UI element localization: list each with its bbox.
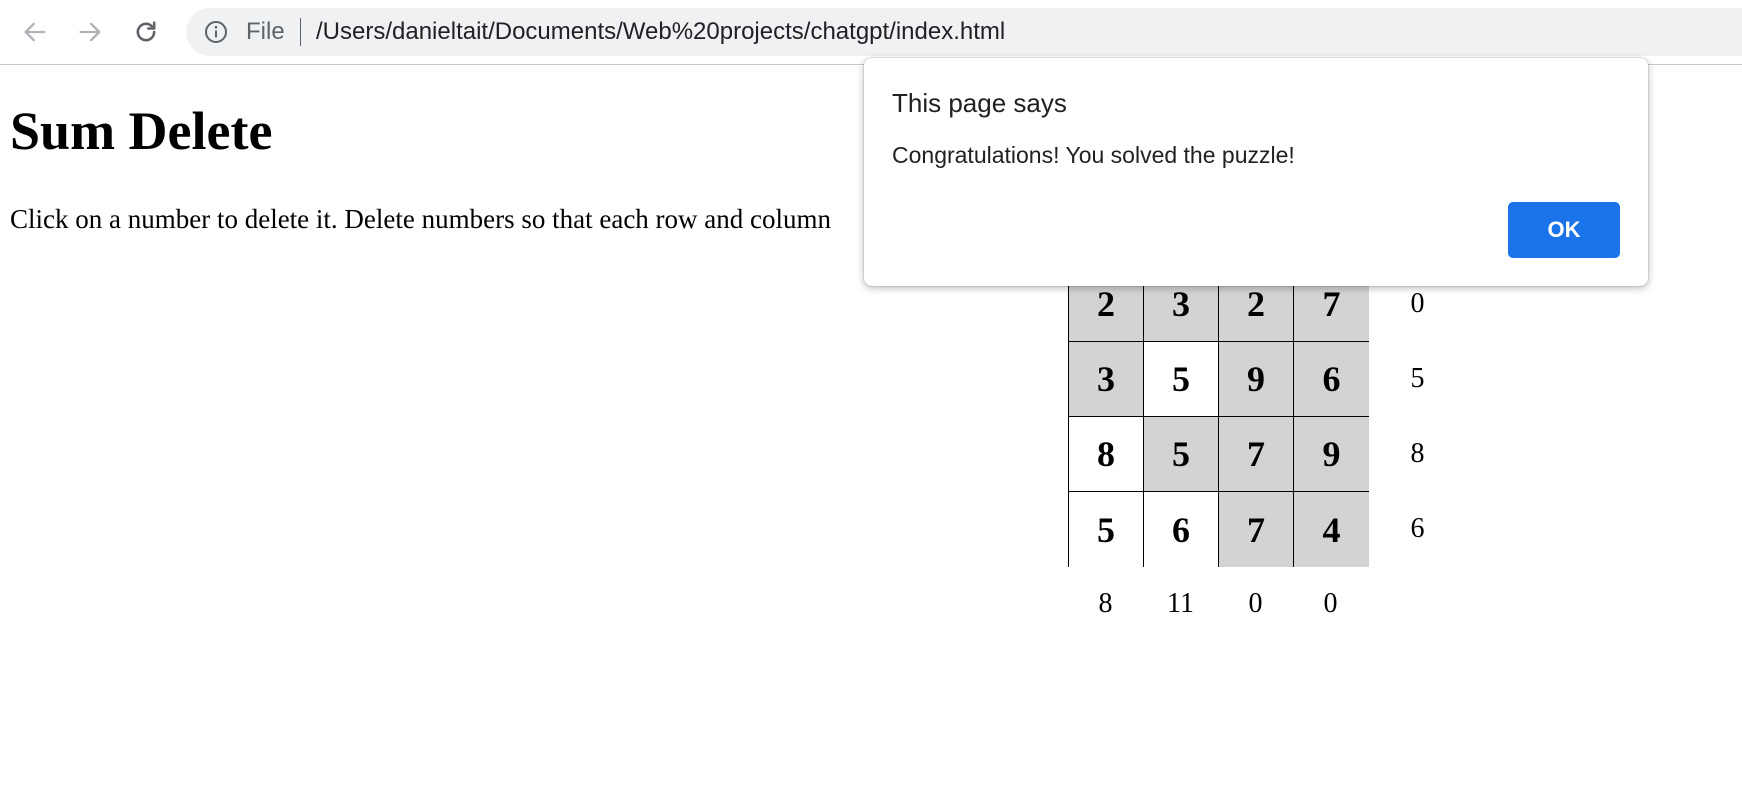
column-sum: 0	[1248, 588, 1263, 619]
grid-cell[interactable]: 9	[1219, 342, 1294, 417]
puzzle-grid: 2327359685795674	[1068, 266, 1369, 567]
reload-icon	[136, 21, 156, 42]
page-title: Sum Delete	[10, 101, 273, 161]
back-button[interactable]	[17, 14, 53, 50]
reload-button[interactable]	[128, 14, 164, 50]
url-scheme-label: File	[246, 18, 285, 45]
grid-cell[interactable]: 6	[1294, 342, 1369, 417]
dialog-message: Congratulations! You solved the puzzle!	[892, 142, 1295, 168]
grid-cell[interactable]: 7	[1219, 417, 1294, 492]
address-bar[interactable]: File /Users/danieltait/Documents/Web%20p…	[186, 8, 1742, 56]
arrow-right-icon	[79, 22, 101, 42]
grid-cell[interactable]: 7	[1219, 492, 1294, 567]
dialog-title: This page says	[892, 88, 1067, 118]
grid-cell[interactable]: 5	[1144, 342, 1219, 417]
column-sum: 0	[1323, 588, 1338, 619]
alert-dialog: This page says Congratulations! You solv…	[864, 58, 1648, 286]
address-separator	[300, 18, 301, 46]
grid-cell[interactable]: 5	[1144, 417, 1219, 492]
row-sum: 8	[1410, 438, 1425, 469]
ok-button[interactable]: OK	[1508, 202, 1620, 258]
url-text[interactable]: /Users/danieltait/Documents/Web%20projec…	[316, 8, 1005, 56]
column-sum: 11	[1167, 588, 1194, 619]
grid-cell[interactable]: 5	[1069, 492, 1144, 567]
column-sum: 8	[1098, 588, 1113, 619]
grid-cell[interactable]: 4	[1294, 492, 1369, 567]
browser-toolbar: File /Users/danieltait/Documents/Web%20p…	[0, 0, 1742, 65]
row-sum: 5	[1410, 363, 1425, 394]
grid-cell[interactable]: 6	[1144, 492, 1219, 567]
instructions-text: Click on a number to delete it. Delete n…	[10, 204, 832, 234]
forward-button[interactable]	[72, 14, 108, 50]
grid-cell[interactable]: 8	[1069, 417, 1144, 492]
arrow-left-icon	[24, 22, 46, 42]
grid-cell[interactable]: 9	[1294, 417, 1369, 492]
info-icon[interactable]	[204, 20, 228, 44]
row-sum: 6	[1410, 513, 1425, 544]
grid-cell[interactable]: 3	[1069, 342, 1144, 417]
